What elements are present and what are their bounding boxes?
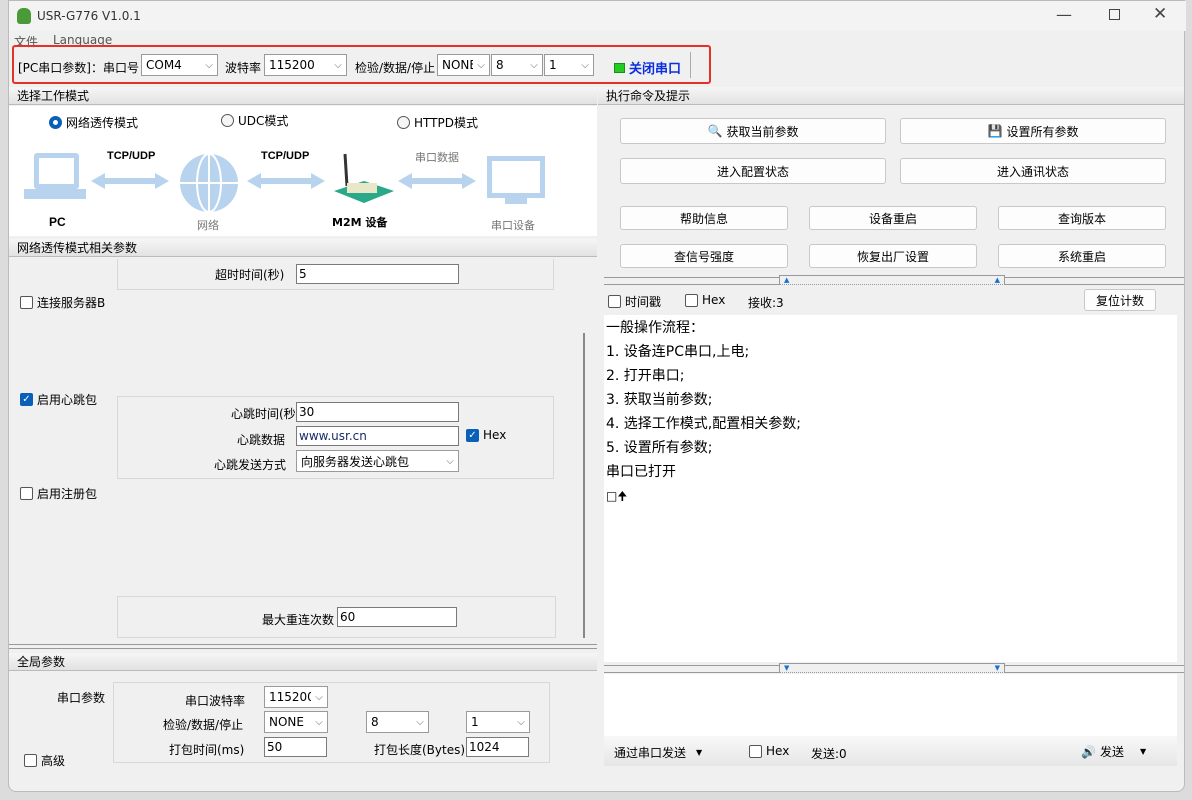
- hb-mode-select[interactable]: 向服务器发送心跳包 ⌵: [296, 450, 459, 472]
- heartbeat-checkbox[interactable]: ✓ 启用心跳包: [20, 391, 97, 408]
- pack-len-label: 打包长度(Bytes): [374, 743, 466, 757]
- com-port-select[interactable]: COM4 ⌵: [141, 54, 218, 76]
- close-button[interactable]: ✕: [1153, 4, 1167, 24]
- signal-button[interactable]: 查信号强度: [620, 244, 788, 268]
- window-title: USR-G776 V1.0.1: [37, 9, 141, 23]
- hb-mode-label: 心跳发送方式: [214, 458, 287, 472]
- factory-reset-button[interactable]: 恢复出厂设置: [809, 244, 977, 268]
- server-b-checkbox[interactable]: 连接服务器B: [20, 294, 105, 311]
- status-led-icon: [614, 62, 625, 73]
- app-logo-icon: [17, 8, 31, 24]
- arrow-2: [247, 173, 325, 189]
- maximize-button[interactable]: [1109, 9, 1120, 20]
- app-window: USR-G776 V1.0.1 — ✕ 文件 Language [PC串口参数]…: [8, 0, 1186, 792]
- close-port-label: 关闭串口: [629, 62, 682, 77]
- link2-label: TCP/UDP: [261, 150, 309, 162]
- parity-select[interactable]: NONE⌵: [437, 54, 490, 76]
- bottom-splitter[interactable]: ▼ ▼: [604, 663, 1184, 673]
- title-bar: USR-G776 V1.0.1 — ✕: [9, 1, 1186, 31]
- mode-radio-httpd[interactable]: HTTPD模式: [397, 114, 478, 131]
- mode-radio-transparent[interactable]: 网络透传模式: [49, 114, 138, 131]
- set-params-button[interactable]: 💾 设置所有参数: [900, 118, 1166, 144]
- help-button[interactable]: 帮助信息: [620, 206, 788, 230]
- arrow-1: [91, 173, 169, 189]
- global-baud-select[interactable]: 115200 ⌵: [264, 686, 328, 708]
- mode-header: 选择工作模式: [9, 87, 597, 105]
- search-doc-icon: 🔍: [707, 124, 723, 138]
- serial-params-label: 串口参数: [57, 691, 106, 705]
- m2m-label: M2M 设备: [332, 215, 388, 229]
- mode-radio-udc[interactable]: UDC模式: [221, 112, 288, 129]
- recv-hex-checkbox[interactable]: Hex: [685, 293, 725, 307]
- hb-time-input[interactable]: 30: [296, 402, 459, 422]
- serial-toolbar: [PC串口参数]：串口号 COM4 ⌵ 波特率 115200 ⌵ 检验/数据/停止 …: [12, 45, 711, 84]
- cmd-header: 执行命令及提示: [598, 87, 1184, 105]
- advanced-checkbox[interactable]: 高级: [24, 752, 65, 769]
- global-parity-label: 检验/数据/停止: [163, 718, 244, 732]
- timeout-input[interactable]: 5: [296, 264, 459, 284]
- recv-count: 接收:3: [748, 296, 784, 310]
- net-params-header: 网络透传模式相关参数: [9, 239, 597, 257]
- reboot-button[interactable]: 系统重启: [998, 244, 1166, 268]
- link3-label: 串口数据: [415, 150, 459, 164]
- save-icon: 💾: [987, 124, 1003, 138]
- top-splitter[interactable]: ▲ ▲: [604, 275, 1184, 285]
- stop-bits-select[interactable]: 1 ⌵: [544, 54, 594, 76]
- pack-time-input[interactable]: 50: [264, 737, 327, 757]
- left-splitter[interactable]: [9, 644, 597, 649]
- hb-hex-checkbox[interactable]: ✓ Hex: [466, 428, 506, 442]
- net-label: 网络: [197, 218, 219, 232]
- pc-label: PC: [49, 215, 66, 229]
- send-button[interactable]: 🔊 发送 ▼: [1081, 743, 1146, 760]
- network-diagram: TCP/UDP TCP/UDP 串口数据 PC 网络 M2M 设备 串口设备: [24, 150, 545, 232]
- pack-len-input[interactable]: 1024: [466, 737, 529, 757]
- baud-label: 波特率: [225, 61, 262, 75]
- version-button[interactable]: 查询版本: [998, 206, 1166, 230]
- pc-params-label: [PC串口参数]：串口号: [18, 61, 139, 75]
- serial-dev-label: 串口设备: [491, 218, 535, 232]
- send-bar: 通过串口发送 ▼ Hex 发送:0 🔊 发送 ▼: [604, 736, 1177, 766]
- minimize-button[interactable]: —: [1056, 5, 1072, 24]
- timeout-label: 超时时间(秒): [215, 268, 285, 282]
- mode-panel: 网络透传模式 UDC模式 HTTPD模式 TCP/UDP TCP/UDP 串口数…: [9, 106, 597, 236]
- enter-comm-button[interactable]: 进入通讯状态: [900, 158, 1166, 184]
- receive-log[interactable]: 一般操作流程： 1. 设备连PC串口,上电; 2. 打开串口; 3. 获取当前参数; 4…: [604, 315, 1177, 662]
- link1-label: TCP/UDP: [107, 150, 155, 162]
- global-header: 全局参数: [9, 653, 597, 671]
- hb-data-label: 心跳数据: [237, 433, 286, 447]
- enter-config-button[interactable]: 进入配置状态: [620, 158, 886, 184]
- pack-time-label: 打包时间(ms): [169, 743, 245, 757]
- max-reconnect-label: 最大重连次数: [262, 613, 335, 627]
- data-bits-select[interactable]: 8 ⌵: [491, 54, 543, 76]
- parity-label: 检验/数据/停止: [355, 61, 436, 75]
- speaker-icon: 🔊: [1081, 744, 1096, 759]
- timestamp-checkbox[interactable]: 时间戳: [608, 293, 661, 310]
- global-data-bits-select[interactable]: 8 ⌵: [366, 711, 429, 733]
- arrow-3: [398, 173, 476, 189]
- restart-button[interactable]: 设备重启: [809, 206, 977, 230]
- get-params-button[interactable]: 🔍 获取当前参数: [620, 118, 886, 144]
- baud-select[interactable]: 115200 ⌵: [264, 54, 347, 76]
- register-checkbox[interactable]: 启用注册包: [20, 485, 97, 502]
- scrollbar[interactable]: [583, 333, 585, 638]
- send-count: 发送:0: [811, 747, 847, 761]
- send-dropdown-icon: ▼: [1139, 747, 1147, 756]
- global-parity-select[interactable]: NONE ⌵: [264, 711, 328, 733]
- reset-count-button[interactable]: 复位计数: [1084, 289, 1156, 311]
- hb-time-label: 心跳时间(秒: [231, 407, 296, 421]
- max-reconnect-input[interactable]: 60: [337, 607, 457, 627]
- send-input[interactable]: [604, 674, 1177, 736]
- global-stop-bits-select[interactable]: 1 ⌵: [466, 711, 530, 733]
- global-baud-label: 串口波特率: [185, 694, 246, 708]
- hb-data-input[interactable]: www.usr.cn: [296, 426, 459, 446]
- send-hex-checkbox[interactable]: Hex: [749, 744, 789, 758]
- close-port-button[interactable]: 关闭串口: [614, 58, 681, 77]
- send-via-dropdown[interactable]: 通过串口发送 ▼: [614, 744, 702, 761]
